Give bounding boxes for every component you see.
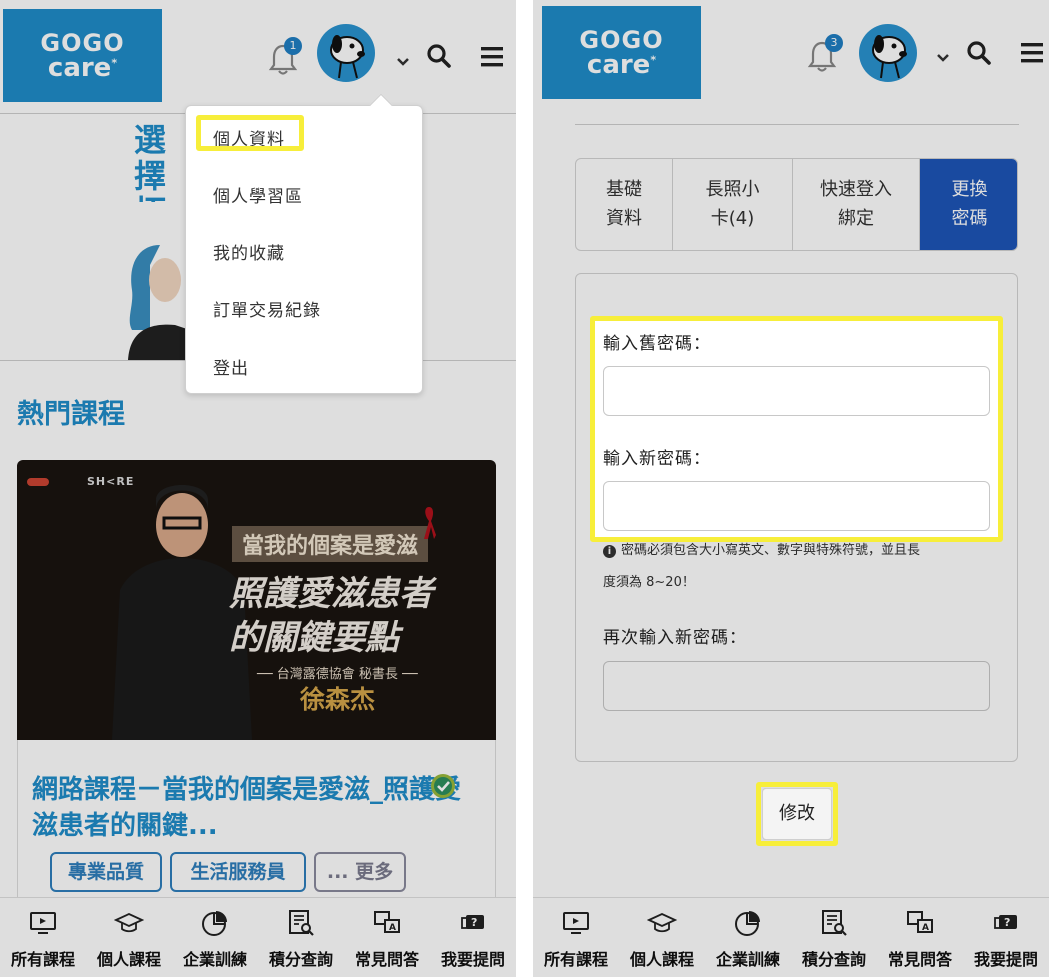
search-icon[interactable] xyxy=(426,43,452,69)
tag-life-service-worker[interactable]: 生活服務員 xyxy=(170,852,306,892)
translate-chat-icon: A xyxy=(372,908,402,938)
subtitle-box: 當我的個案是愛滋 xyxy=(232,526,429,562)
notification-badge: 3 xyxy=(825,34,843,52)
confirm-password-input[interactable] xyxy=(603,661,990,711)
headline-line-2: 的關鍵要點 xyxy=(229,618,399,658)
tab-change-password[interactable]: 更換 密碼 xyxy=(920,159,1017,250)
nav-ask-question[interactable]: ? 我要提問 xyxy=(430,898,516,977)
pie-chart-icon xyxy=(200,908,230,938)
nav-credit-query[interactable]: 積分查詢 xyxy=(258,898,344,977)
tag-professional-quality[interactable]: 專業品質 xyxy=(50,852,162,892)
chevron-down-icon[interactable] xyxy=(936,48,950,62)
profile-tabs: 基礎 資料 長照小 卡(4) 快速登入 綁定 更換 密碼 xyxy=(575,158,1018,251)
nav-credit-query[interactable]: 積分查詢 xyxy=(791,898,877,977)
chevron-down-icon[interactable] xyxy=(396,52,410,66)
graduation-cap-icon xyxy=(646,908,678,938)
info-icon: i xyxy=(603,545,616,558)
document-search-icon xyxy=(819,908,849,938)
bottom-nav: 所有課程 個人課程 企業訓練 積分查詢 A 常見問答 ? 我要提問 xyxy=(533,897,1049,977)
question-chat-icon: ? xyxy=(991,908,1021,938)
right-screen: GOGO care* 3 基礎 資料 長照小 卡(4) 快速登入 綁定 更換 密… xyxy=(533,0,1049,977)
tab-basic-info[interactable]: 基礎 資料 xyxy=(576,159,673,250)
nav-enterprise-training[interactable]: 企業訓練 xyxy=(172,898,258,977)
tag-more[interactable]: ... 更多 xyxy=(314,852,406,892)
tv-icon xyxy=(28,908,58,938)
partner-logo xyxy=(27,478,49,486)
nav-faq[interactable]: A 常見問答 xyxy=(344,898,430,977)
menu-item-logout[interactable]: 登出 xyxy=(213,354,249,379)
pie-chart-icon xyxy=(733,908,763,938)
notification-badge: 1 xyxy=(284,37,302,55)
hot-courses-title: 熱門課程 xyxy=(17,399,125,430)
red-ribbon-icon xyxy=(422,505,436,541)
translate-chat-icon: A xyxy=(905,908,935,938)
course-thumbnail[interactable]: SH<RE 當我的個案是愛滋 照護愛滋患者 的關鍵要點 ── 台灣露德協會 秘書… xyxy=(17,460,496,740)
verified-badge-icon xyxy=(426,769,460,803)
nav-faq[interactable]: A 常見問答 xyxy=(877,898,963,977)
speaker-name: 徐森杰 xyxy=(300,685,376,714)
left-screen: GOGO care* 1 選擇拓展 熱門課程 SH<RE 當我的個案是愛滋 xyxy=(0,0,516,977)
nav-personal-courses[interactable]: 個人課程 xyxy=(619,898,705,977)
submit-change-button-front[interactable]: 修改 xyxy=(762,788,832,840)
dropdown-caret xyxy=(369,93,393,117)
old-password-label-front: 輸入舊密碼： xyxy=(603,334,711,354)
menu-item-profile[interactable]: 個人資料 xyxy=(213,125,285,150)
hamburger-menu-icon[interactable] xyxy=(1019,40,1045,66)
user-avatar[interactable] xyxy=(859,24,917,82)
bottom-nav: 所有課程 個人課程 企業訓練 積分查詢 A 常見問答 ? 我要提問 xyxy=(0,897,516,977)
nav-all-courses[interactable]: 所有課程 xyxy=(0,898,86,977)
svg-text:?: ? xyxy=(471,916,477,929)
search-icon[interactable] xyxy=(966,40,992,66)
svg-text:A: A xyxy=(389,923,396,933)
nav-personal-courses[interactable]: 個人課程 xyxy=(86,898,172,977)
svg-text:?: ? xyxy=(1004,916,1010,929)
tv-icon xyxy=(561,908,591,938)
user-avatar[interactable] xyxy=(317,24,375,82)
headline-line-1: 照護愛滋患者 xyxy=(229,574,433,614)
new-password-label-front: 輸入新密碼： xyxy=(603,449,711,469)
banner-illustration xyxy=(120,235,190,360)
menu-item-favorites[interactable]: 我的收藏 xyxy=(213,239,285,264)
confirm-password-label: 再次輸入新密碼： xyxy=(603,628,747,648)
menu-item-order-history[interactable]: 訂單交易紀錄 xyxy=(213,296,321,321)
tab-quick-login[interactable]: 快速登入 綁定 xyxy=(793,159,920,250)
tab-care-card[interactable]: 長照小 卡(4) xyxy=(673,159,793,250)
nav-enterprise-training[interactable]: 企業訓練 xyxy=(705,898,791,977)
course-title[interactable]: 網路課程－當我的個案是愛滋_照護愛滋患者的關鍵... xyxy=(32,772,472,844)
new-password-input-front[interactable] xyxy=(603,481,990,531)
user-dropdown-menu: 個人資料 個人學習區 我的收藏 訂單交易紀錄 登出 xyxy=(185,93,423,394)
question-chat-icon: ? xyxy=(458,908,488,938)
graduation-cap-icon xyxy=(113,908,145,938)
gogocare-logo[interactable]: GOGO care* xyxy=(3,9,162,102)
menu-item-learning-area[interactable]: 個人學習區 xyxy=(213,182,303,207)
document-search-icon xyxy=(286,908,316,938)
svg-text:A: A xyxy=(922,923,929,933)
old-password-input-front[interactable] xyxy=(603,366,990,416)
password-hint: i 密碼必須包含大小寫英文、數字與特殊符號，並且長 度須為 8~20！ xyxy=(603,543,921,590)
nav-ask-question[interactable]: ? 我要提問 xyxy=(963,898,1049,977)
gogocare-logo[interactable]: GOGO care* xyxy=(542,6,701,99)
hamburger-menu-icon[interactable] xyxy=(479,44,505,70)
nav-all-courses[interactable]: 所有課程 xyxy=(533,898,619,977)
content-divider xyxy=(575,124,1019,125)
